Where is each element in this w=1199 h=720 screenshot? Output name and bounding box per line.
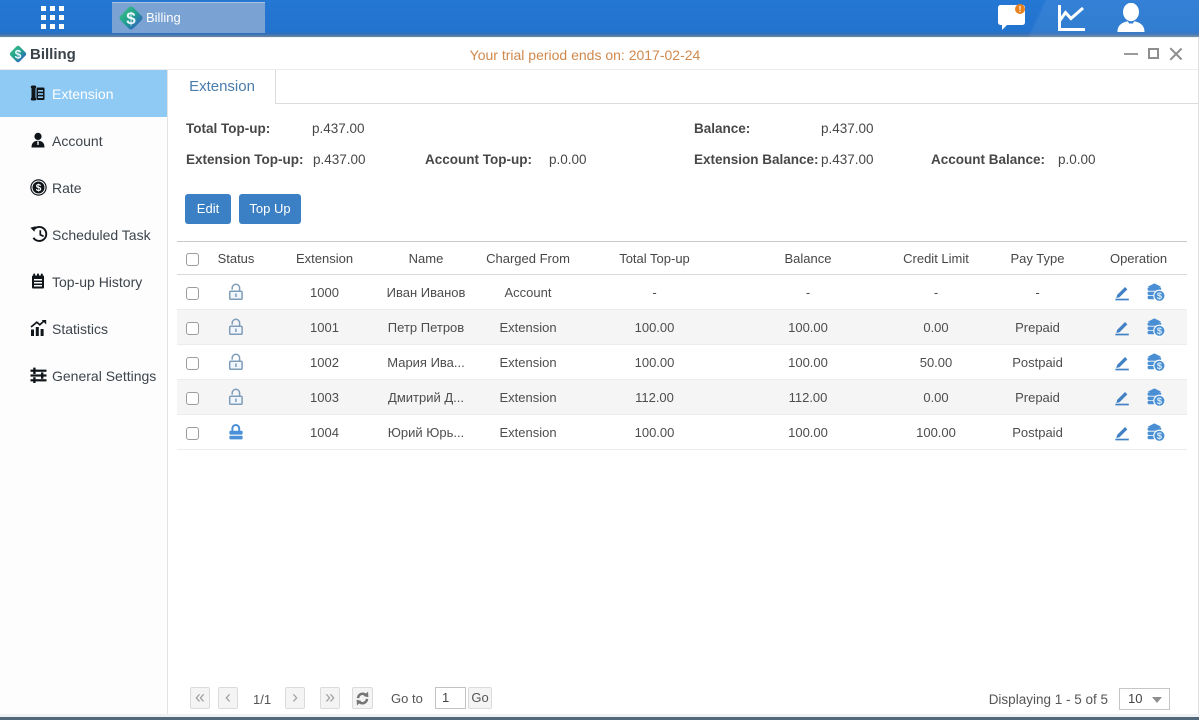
svg-text:$: $ xyxy=(1157,431,1163,442)
svg-text:$: $ xyxy=(1157,361,1163,372)
svg-text:$: $ xyxy=(1157,396,1163,407)
svg-text:$: $ xyxy=(126,9,136,28)
svg-text:!: ! xyxy=(1019,5,1022,14)
svg-text:$: $ xyxy=(1157,291,1163,302)
svg-text:$: $ xyxy=(1157,326,1163,337)
svg-text:$: $ xyxy=(36,183,42,194)
